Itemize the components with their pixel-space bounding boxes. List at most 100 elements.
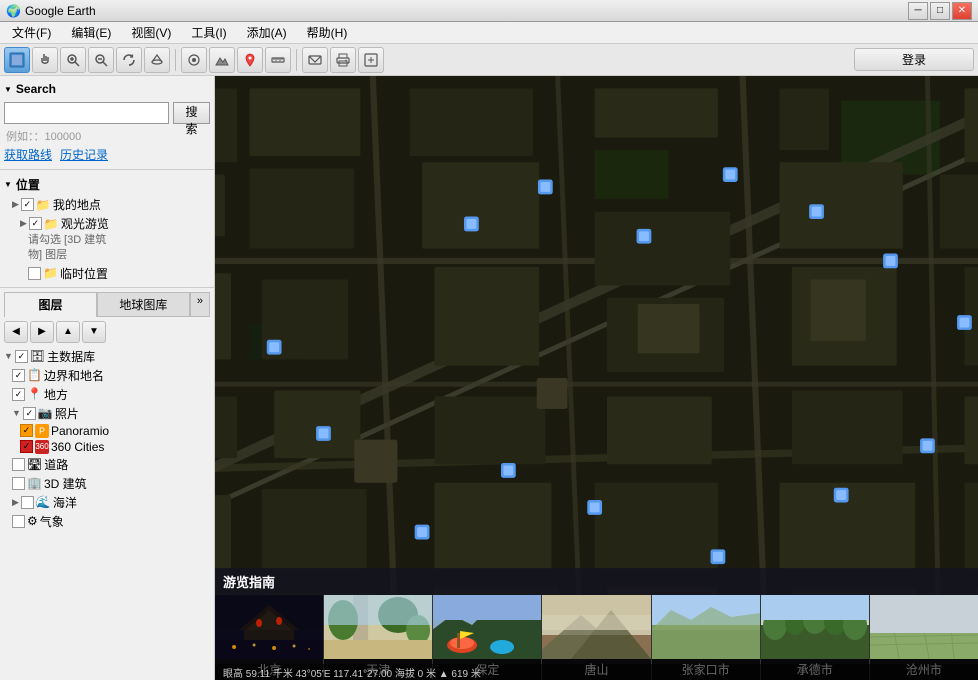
search-header[interactable]: ▼ Search [4,80,210,98]
search-section: ▼ Search 搜索 例如：：100000 获取路线 历史记录 [0,76,214,170]
layer-borders-check[interactable] [12,369,25,382]
toolbar-terrain[interactable] [209,47,235,73]
layer-photos-icon: 📷 [38,406,53,420]
zhangjiakou-thumb [652,595,760,659]
tourism-expand: ▶ [20,218,27,229]
my-places-label: 我的地点 [53,196,101,213]
maximize-button[interactable]: □ [930,2,950,20]
layer-3d-check[interactable] [12,477,25,490]
status-text: 眼高 59.11 千米 43°05'E 117.41°27.00 海拔 0 米 … [223,665,481,680]
position-expand-icon: ▼ [4,180,12,189]
layers-tabs: 图层 地球图库 » [4,292,210,317]
layer-borders[interactable]: 📋 边界和地名 [4,366,210,385]
folder-icon: 📁 [36,198,51,212]
chengde-thumb [761,595,869,659]
layer-panoramio[interactable]: P Panoramio [4,423,210,439]
search-input[interactable] [4,102,169,124]
layer-ocean-expand: ▶ [12,497,19,508]
cangzhou-thumb [870,595,978,659]
layer-panoramio-check[interactable] [20,424,33,437]
baoding-thumb [433,595,541,659]
app-icon: 🌍 [6,4,21,18]
layer-photos[interactable]: ▼ 📷 照片 [4,404,210,423]
toolbar-hand[interactable] [32,47,58,73]
layer-roads-check[interactable] [12,458,25,471]
layer-weather-check[interactable] [12,515,25,528]
layer-places[interactable]: 📍 地方 [4,385,210,404]
login-button[interactable]: 登录 [854,48,974,71]
history-link[interactable]: 历史记录 [60,146,108,163]
toolbar-ruler[interactable] [265,47,291,73]
layer-ocean[interactable]: ▶ 🌊 海洋 [4,493,210,512]
earth-gallery-tab[interactable]: 地球图库 [97,292,190,317]
minimize-button[interactable]: ─ [908,2,928,20]
toolbar-email[interactable] [302,47,328,73]
tianjin-thumb [324,595,432,659]
temp-places-item[interactable]: 📁 临时位置 [4,264,210,283]
toolbar-tilt[interactable] [144,47,170,73]
layer-places-check[interactable] [12,388,25,401]
temp-folder-icon: 📁 [43,266,58,280]
menu-help[interactable]: 帮助(H) [299,22,356,43]
menu-edit[interactable]: 编辑(E) [63,22,119,43]
toolbar-share[interactable] [358,47,384,73]
close-button[interactable]: ✕ [952,2,972,20]
panoramio-icon: P [35,424,49,438]
menu-file[interactable]: 文件(F) [4,22,59,43]
layers-section: 图层 地球图库 » ◀ ▶ ▲ ▼ ▼ 🗄 主数据库 📋 边界和地名 [0,288,214,680]
layer-nav-forward[interactable]: ▶ [30,321,54,343]
tourism-item[interactable]: ▶ 📁 观光游览 [4,214,210,233]
layer-roads[interactable]: 🛣 道路 [4,455,210,474]
layer-3d-icon: 🏢 [27,476,42,490]
tourism-label: 观光游览 [61,215,109,232]
beijing-thumb [215,595,323,659]
map-area[interactable]: N 游览指南 [215,76,978,680]
toolbar-sep2 [296,49,297,71]
layer-photos-check[interactable] [23,407,36,420]
my-places-item[interactable]: ▶ 📁 我的地点 [4,195,210,214]
menu-view[interactable]: 视图(V) [123,22,179,43]
layer-nav-down[interactable]: ▼ [82,321,106,343]
layer-nav-back[interactable]: ◀ [4,321,28,343]
layer-360-check[interactable] [20,440,33,453]
layer-places-icon: 📍 [27,387,42,401]
toolbar-print[interactable] [330,47,356,73]
menu-tools[interactable]: 工具(I) [183,22,234,43]
toolbar-place[interactable] [237,47,263,73]
toolbar-rotate[interactable] [116,47,142,73]
layer-db-icon: 🗄 [30,349,45,363]
search-button[interactable]: 搜索 [173,102,210,124]
position-title: 位置 [16,176,40,193]
layer-main-db-check[interactable] [15,350,28,363]
toolbar-zoom-in[interactable] [60,47,86,73]
position-header[interactable]: ▼ 位置 [4,174,210,195]
left-panel: ▼ Search 搜索 例如：：100000 获取路线 历史记录 ▼ 位置 ▶ [0,76,215,680]
toolbar-zoom-out[interactable] [88,47,114,73]
layer-weather[interactable]: ⚙ 气象 [4,512,210,531]
window-controls: ─ □ ✕ [908,2,972,20]
layer-3d-label: 3D 建筑 [44,475,87,492]
my-places-checkbox[interactable] [21,198,34,211]
window-title: Google Earth [25,4,96,18]
layers-expand-btn[interactable]: » [190,292,210,317]
temp-places-checkbox[interactable] [28,267,41,280]
layer-main-db-label: 主数据库 [47,348,95,365]
toolbar-layer[interactable] [181,47,207,73]
layer-3d-buildings[interactable]: 🏢 3D 建筑 [4,474,210,493]
toolbar-map-view[interactable] [4,47,30,73]
layer-ocean-check[interactable] [21,496,34,509]
tourism-checkbox[interactable] [29,217,42,230]
layer-360cities[interactable]: 360 360 Cities [4,439,210,455]
menu-add[interactable]: 添加(A) [239,22,295,43]
layers-tab[interactable]: 图层 [4,292,97,317]
temp-places-label: 临时位置 [60,265,108,282]
layer-nav-up[interactable]: ▲ [56,321,80,343]
layer-main-db[interactable]: ▼ 🗄 主数据库 [4,347,210,366]
get-route-link[interactable]: 获取路线 [4,146,52,163]
my-places-expand: ▶ [12,199,19,210]
tangshan-thumb [542,595,650,659]
toolbar-sep1 [175,49,176,71]
search-hint: 例如：：100000 [4,128,210,144]
layer-main-db-expand: ▼ [4,351,13,361]
layer-photos-expand: ▼ [12,408,21,418]
